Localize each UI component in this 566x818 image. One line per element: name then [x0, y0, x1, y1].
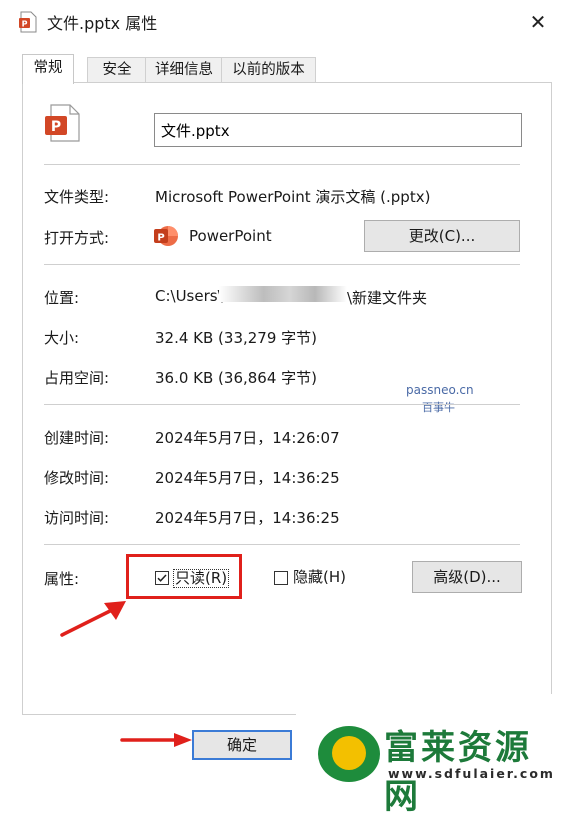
divider [44, 544, 520, 545]
opens-with-label: 打开方式: [44, 229, 110, 247]
watermark-text: passneo.cn [406, 383, 474, 397]
tab-general[interactable]: 常规 [22, 54, 74, 84]
change-button[interactable]: 更改(C)... [364, 220, 520, 252]
ok-button[interactable]: 确定 [192, 730, 292, 760]
disk-size-value: 36.0 KB (36,864 字节) [155, 369, 318, 387]
disk-size-label: 占用空间: [44, 369, 110, 387]
divider [44, 404, 520, 405]
site-logo-overlay: 富莱资源网 www.sdfulaier.com [296, 694, 566, 817]
advanced-button[interactable]: 高级(D)... [412, 561, 522, 593]
size-label: 大小: [44, 329, 80, 347]
window-title: 文件.pptx 属性 [47, 14, 158, 33]
created-value: 2024年5月7日，14:26:07 [155, 429, 340, 447]
logo-url: www.sdfulaier.com [388, 766, 555, 781]
location-prefix: C:\Users\ [155, 287, 223, 305]
attributes-label: 属性: [44, 570, 80, 588]
check-icon [157, 574, 167, 582]
svg-text:P: P [51, 119, 61, 135]
file-name-field[interactable] [154, 113, 522, 147]
file-type-value: Microsoft PowerPoint 演示文稿 (.pptx) [155, 188, 431, 206]
pptx-file-icon: P [19, 11, 37, 33]
modified-label: 修改时间: [44, 469, 110, 487]
size-value: 32.4 KB (33,279 字节) [155, 329, 318, 347]
watermark-subtext: 百事牛 [422, 401, 455, 414]
accessed-label: 访问时间: [44, 509, 110, 527]
tab-security[interactable]: 安全 [87, 57, 147, 82]
divider [44, 264, 520, 265]
pptx-document-icon: P [45, 104, 80, 142]
svg-text:P: P [157, 233, 164, 244]
readonly-label[interactable]: 只读(R) [173, 569, 230, 588]
divider [44, 164, 520, 165]
tab-details[interactable]: 详细信息 [145, 57, 223, 82]
tab-previous-versions[interactable]: 以前的版本 [221, 57, 316, 82]
annotation-arrow-icon [60, 601, 126, 637]
modified-value: 2024年5月7日，14:36:25 [155, 469, 340, 487]
hidden-checkbox[interactable] [274, 571, 288, 585]
redacted-username [219, 286, 347, 302]
file-type-label: 文件类型: [44, 188, 110, 206]
location-suffix: \新建文件夹 [347, 289, 428, 307]
title-bar: P 文件.pptx 属性 ✕ [0, 0, 566, 44]
location-label: 位置: [44, 289, 80, 307]
logo-emblem-icon [318, 726, 380, 782]
readonly-checkbox[interactable] [155, 571, 169, 585]
powerpoint-app-icon: P [154, 226, 178, 246]
annotation-arrow-icon [120, 733, 192, 747]
svg-text:P: P [22, 20, 28, 29]
created-label: 创建时间: [44, 429, 110, 447]
close-icon[interactable]: ✕ [524, 8, 552, 36]
accessed-value: 2024年5月7日，14:36:25 [155, 509, 340, 527]
hidden-label[interactable]: 隐藏(H) [293, 569, 346, 586]
opens-with-app: PowerPoint [189, 227, 272, 245]
